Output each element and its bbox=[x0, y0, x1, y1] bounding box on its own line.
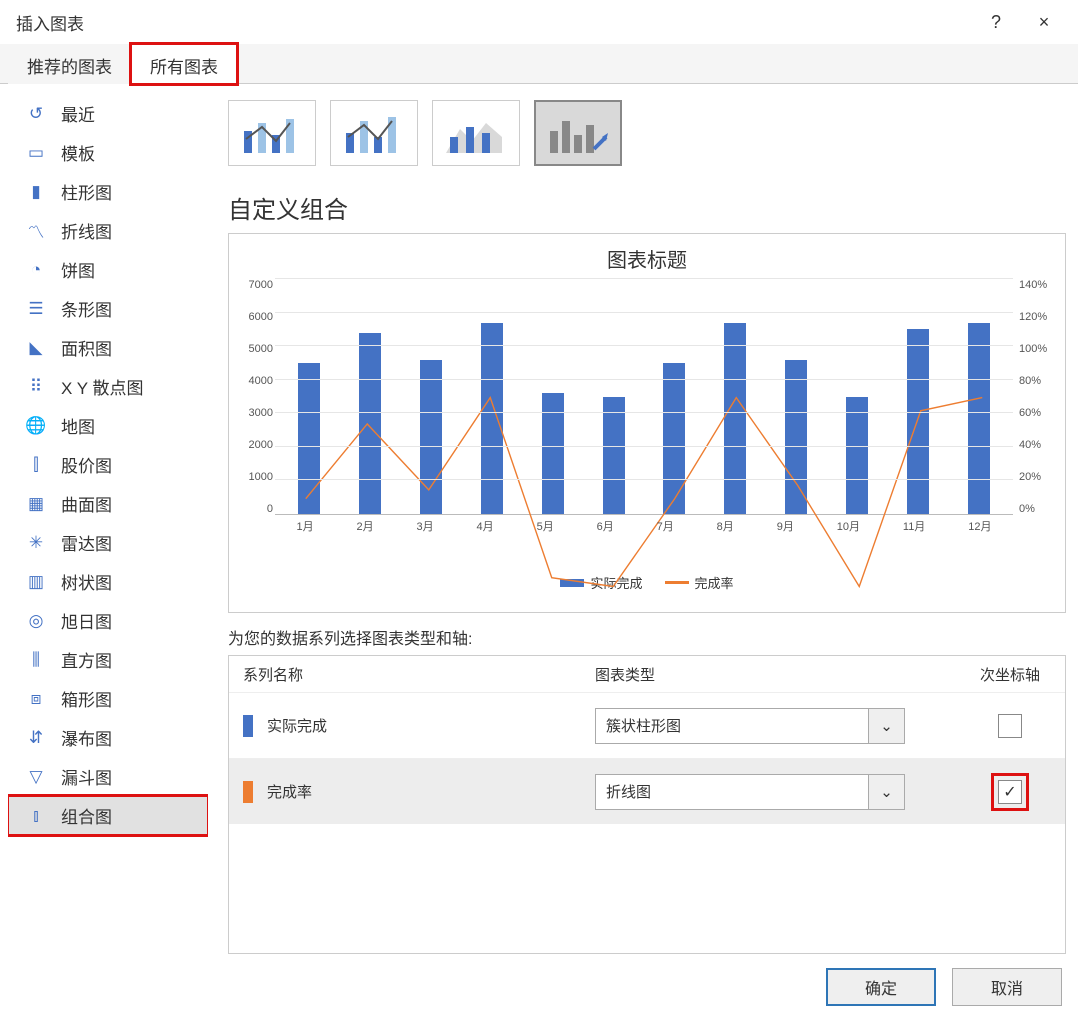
combo-icon: ⫾ bbox=[25, 805, 47, 827]
sidebar-item-label: 模板 bbox=[61, 140, 95, 165]
sidebar-item-combo[interactable]: ⫾ 组合图 bbox=[8, 796, 208, 835]
area-icon: ◣ bbox=[25, 337, 47, 359]
pie-icon: ◔ bbox=[25, 259, 47, 281]
sidebar-item-label: 曲面图 bbox=[61, 491, 112, 516]
close-button[interactable]: × bbox=[1020, 0, 1068, 44]
sidebar-item-radar[interactable]: ✳ 雷达图 bbox=[8, 523, 208, 562]
sidebar-item-label: 漏斗图 bbox=[61, 764, 112, 789]
sidebar-item-label: 地图 bbox=[61, 413, 95, 438]
sidebar-item-label: 面积图 bbox=[61, 335, 112, 360]
sidebar-item-folder[interactable]: ▭ 模板 bbox=[8, 133, 208, 172]
sidebar-item-label: 最近 bbox=[61, 101, 95, 126]
sidebar-item-line[interactable]: 〽折线图 bbox=[8, 211, 208, 250]
sidebar-item-box[interactable]: ⧈ 箱形图 bbox=[8, 679, 208, 718]
sidebar-item-label: 瀑布图 bbox=[61, 725, 112, 750]
sidebar-item-bar[interactable]: ☰ 条形图 bbox=[8, 289, 208, 328]
undo-icon: ↺ bbox=[25, 103, 47, 125]
dialog-title: 插入图表 bbox=[16, 10, 84, 35]
line-icon: 〽 bbox=[25, 220, 47, 242]
y-axis-left: 70006000500040003000200010000 bbox=[233, 279, 273, 515]
combo-icon bbox=[340, 109, 408, 157]
cancel-button[interactable]: 取消 bbox=[952, 968, 1062, 1006]
stock-icon: ⫿ bbox=[25, 454, 47, 476]
chart-title: 图表标题 bbox=[241, 240, 1053, 279]
section-title: 自定义组合 bbox=[228, 190, 1066, 225]
tab-bar: 推荐的图表 所有图表 bbox=[0, 44, 1078, 84]
sidebar-item-label: 雷达图 bbox=[61, 530, 112, 555]
radar-icon: ✳ bbox=[25, 532, 47, 554]
sidebar-item-label: X Y 散点图 bbox=[61, 374, 144, 399]
bar-icon: ☰ bbox=[25, 298, 47, 320]
ok-button[interactable]: 确定 bbox=[826, 968, 936, 1006]
series-color-swatch bbox=[243, 781, 253, 803]
sidebar-item-area[interactable]: ◣ 面积图 bbox=[8, 328, 208, 367]
histogram-icon: ⫼ bbox=[25, 649, 47, 671]
sidebar-item-label: 直方图 bbox=[61, 647, 112, 672]
tab-recommended[interactable]: 推荐的图表 bbox=[8, 44, 131, 84]
column-icon: ▮ bbox=[25, 181, 47, 203]
sidebar-item-label: 树状图 bbox=[61, 569, 112, 594]
custom-combo-icon bbox=[544, 109, 612, 157]
help-button[interactable]: ? bbox=[972, 0, 1020, 44]
combo-subtype-3[interactable] bbox=[432, 100, 520, 166]
combo-subtype-custom[interactable] bbox=[534, 100, 622, 166]
sidebar-item-label: 饼图 bbox=[61, 257, 95, 282]
map-icon: 🌐 bbox=[25, 415, 47, 437]
sidebar-item-treemap[interactable]: ▥ 树状图 bbox=[8, 562, 208, 601]
sidebar-item-label: 柱形图 bbox=[61, 179, 112, 204]
sidebar-item-label: 折线图 bbox=[61, 218, 112, 243]
sidebar-item-surface[interactable]: ▦ 曲面图 bbox=[8, 484, 208, 523]
sidebar-item-label: 箱形图 bbox=[61, 686, 112, 711]
sidebar-item-map[interactable]: 🌐 地图 bbox=[8, 406, 208, 445]
sidebar-item-scatter[interactable]: ⠿ X Y 散点图 bbox=[8, 367, 208, 406]
funnel-icon: ▽ bbox=[25, 766, 47, 788]
sidebar-item-column[interactable]: ▮ 柱形图 bbox=[8, 172, 208, 211]
dialog-footer: 确定 取消 bbox=[0, 954, 1078, 1020]
tab-all-charts[interactable]: 所有图表 bbox=[131, 44, 237, 84]
insert-chart-dialog: 插入图表 ? × 推荐的图表 所有图表 ↺最近▭模板▮柱形图〽折线图◔饼图☰条形… bbox=[0, 0, 1078, 1020]
series-color-swatch bbox=[243, 715, 253, 737]
sidebar-item-pie[interactable]: ◔ 饼图 bbox=[8, 250, 208, 289]
y-axis-right: 140%120%100%80%60%40%20%0% bbox=[1019, 279, 1059, 515]
sidebar-item-label: 股价图 bbox=[61, 452, 112, 477]
sidebar-item-funnel[interactable]: ▽ 漏斗图 bbox=[8, 757, 208, 796]
surface-icon: ▦ bbox=[25, 493, 47, 515]
sidebar-item-stock[interactable]: ⫿ 股价图 bbox=[8, 445, 208, 484]
main-panel: 自定义组合 图表标题 70006000500040003000200010000… bbox=[216, 94, 1066, 954]
sidebar-item-label: 组合图 bbox=[61, 803, 112, 828]
sidebar-item-histogram[interactable]: ⫼ 直方图 bbox=[8, 640, 208, 679]
folder-icon: ▭ bbox=[25, 142, 47, 164]
combo-subtype-1[interactable] bbox=[228, 100, 316, 166]
titlebar: 插入图表 ? × bbox=[0, 0, 1078, 44]
scatter-icon: ⠿ bbox=[25, 376, 47, 398]
plot-area: 1月2月3月4月5月6月7月8月9月10月11月12月 bbox=[275, 279, 1013, 515]
chart-preview: 图表标题 70006000500040003000200010000 140%1… bbox=[228, 233, 1066, 613]
combo-icon bbox=[238, 109, 306, 157]
sunburst-icon: ◎ bbox=[25, 610, 47, 632]
sidebar-item-label: 条形图 bbox=[61, 296, 112, 321]
combo-icon bbox=[442, 109, 510, 157]
waterfall-icon: ⇵ bbox=[25, 727, 47, 749]
combo-subtype-2[interactable] bbox=[330, 100, 418, 166]
sidebar-item-sunburst[interactable]: ◎ 旭日图 bbox=[8, 601, 208, 640]
sidebar-item-label: 旭日图 bbox=[61, 608, 112, 633]
sidebar-item-undo[interactable]: ↺ 最近 bbox=[8, 94, 208, 133]
box-icon: ⧈ bbox=[25, 688, 47, 710]
treemap-icon: ▥ bbox=[25, 571, 47, 593]
combo-subtype-row bbox=[228, 94, 1066, 190]
chart-type-sidebar: ↺最近▭模板▮柱形图〽折线图◔饼图☰条形图◣面积图⠿X Y 散点图🌐地图⫿股价图… bbox=[8, 94, 208, 954]
sidebar-item-waterfall[interactable]: ⇵ 瀑布图 bbox=[8, 718, 208, 757]
